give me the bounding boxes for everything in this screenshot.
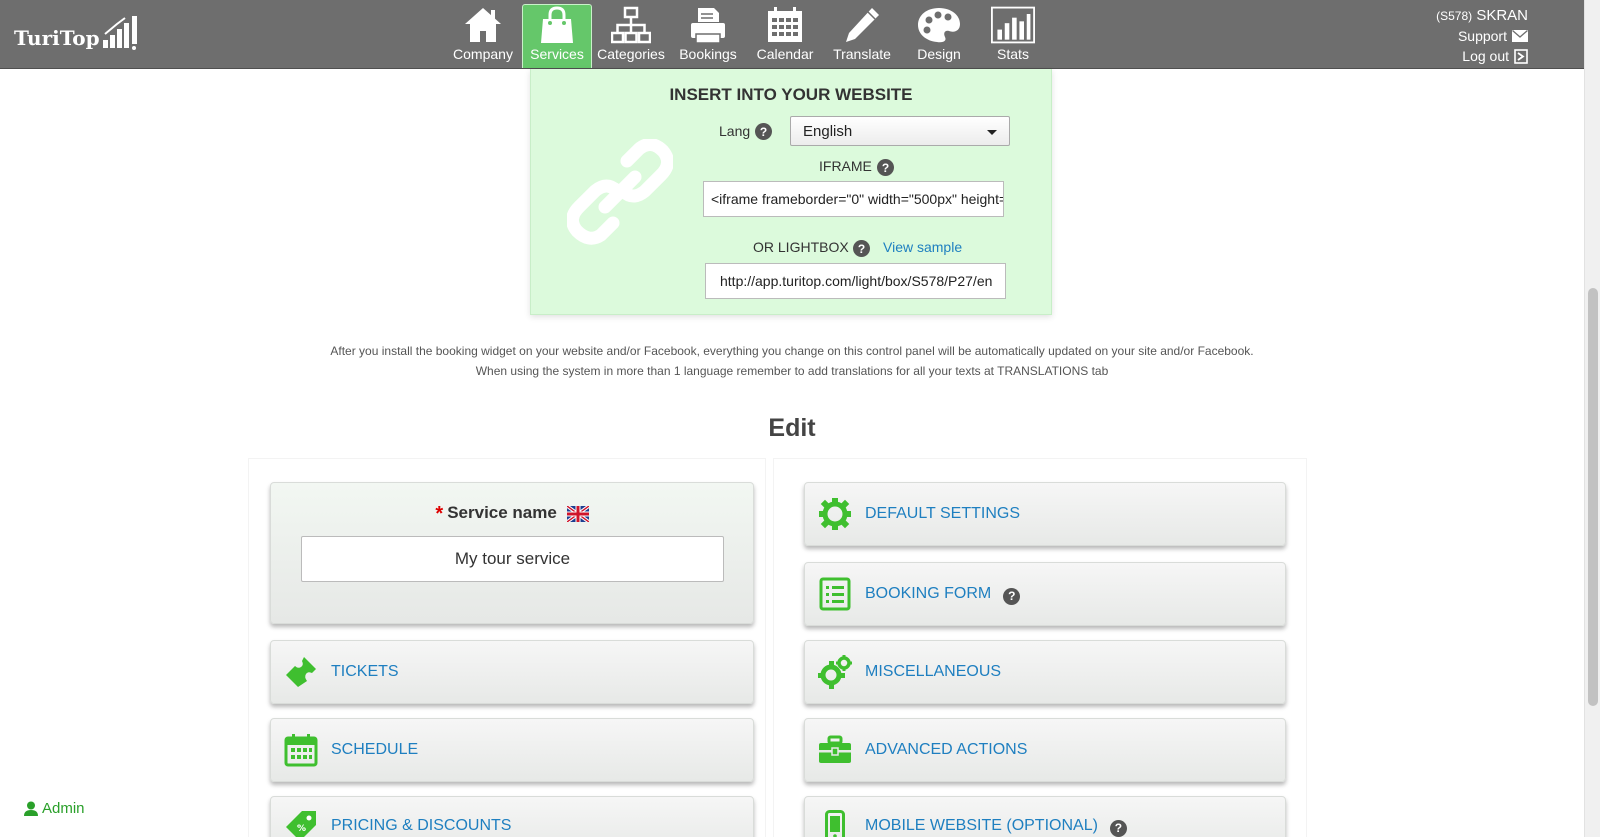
bar-chart-icon bbox=[991, 5, 1035, 45]
account-label: SKRAN bbox=[1476, 7, 1528, 24]
ticket-icon bbox=[283, 654, 319, 690]
tickets-card[interactable]: TICKETS bbox=[270, 640, 754, 704]
card-label: PRICING & DISCOUNTS bbox=[331, 817, 512, 834]
nav-item-stats[interactable]: Stats bbox=[978, 4, 1048, 68]
iframe-code-field[interactable]: <iframe frameborder="0" width="500px" he… bbox=[703, 181, 1004, 217]
house-icon bbox=[461, 5, 505, 45]
nav-label: Translate bbox=[833, 46, 891, 62]
account-code: (S578) bbox=[1436, 9, 1473, 23]
nav-item-services[interactable]: Services bbox=[522, 4, 592, 68]
envelope-icon bbox=[1512, 30, 1528, 42]
booking-form-card[interactable]: BOOKING FORM ? bbox=[804, 562, 1286, 626]
svg-text:%: % bbox=[297, 824, 306, 834]
card-label: SCHEDULE bbox=[331, 741, 419, 758]
hierarchy-icon bbox=[609, 5, 653, 45]
nav-label: Stats bbox=[997, 46, 1029, 62]
logo-text: TuriTop bbox=[14, 26, 100, 50]
nav-item-translate[interactable]: Translate bbox=[824, 4, 900, 68]
nav-item-bookings[interactable]: Bookings bbox=[670, 4, 746, 68]
pricing-discounts-card[interactable]: % PRICING & DISCOUNTS bbox=[270, 796, 754, 837]
toolbox-icon bbox=[817, 732, 853, 768]
support-link[interactable]: Support bbox=[1436, 26, 1528, 46]
card-label: DEFAULT SETTINGS bbox=[865, 505, 1020, 522]
required-asterisk-icon: * bbox=[435, 503, 444, 525]
nav-label: Design bbox=[917, 46, 961, 62]
iframe-label: IFRAME bbox=[819, 158, 872, 174]
insert-panel-title: INSERT INTO YOUR WEBSITE bbox=[669, 85, 913, 104]
mobile-website-card[interactable]: MOBILE WEBSITE (OPTIONAL) ? bbox=[804, 796, 1286, 837]
mobile-website-help-icon[interactable]: ? bbox=[1109, 819, 1127, 837]
scrollbar-thumb[interactable] bbox=[1588, 288, 1598, 706]
language-select-value: English bbox=[803, 123, 853, 140]
default-settings-card[interactable]: DEFAULT SETTINGS bbox=[804, 482, 1286, 546]
form-list-icon bbox=[817, 576, 853, 612]
lang-label: Lang bbox=[719, 123, 751, 139]
mobile-phone-icon bbox=[817, 808, 853, 837]
miscellaneous-card[interactable]: MISCELLANEOUS bbox=[804, 640, 1286, 704]
view-sample-link[interactable]: View sample bbox=[883, 239, 962, 255]
calendar-icon bbox=[283, 732, 319, 768]
card-label: MISCELLANEOUS bbox=[865, 663, 1002, 680]
nav-item-design[interactable]: Design bbox=[904, 4, 974, 68]
logout-link[interactable]: Log out bbox=[1436, 46, 1528, 66]
nav-label: Categories bbox=[597, 46, 665, 62]
nav-item-calendar[interactable]: Calendar bbox=[750, 4, 820, 68]
page-scrollbar[interactable] bbox=[1584, 0, 1600, 837]
insert-into-website-panel: INSERT INTO YOUR WEBSITE Lang ? English … bbox=[530, 69, 1052, 315]
nav-label: Company bbox=[453, 46, 513, 62]
lightbox-url-field[interactable]: http://app.turitop.com/light/box/S578/P2… bbox=[705, 263, 1006, 299]
logo-chart-icon bbox=[102, 16, 137, 50]
chain-link-icon bbox=[567, 139, 673, 245]
language-select[interactable]: English bbox=[790, 116, 1010, 146]
service-name-card: * Service name My tour service bbox=[270, 482, 754, 624]
main-nav: Company Services Categories Bookings Cal… bbox=[448, 4, 1048, 68]
user-icon bbox=[24, 801, 38, 816]
exit-door-icon bbox=[1514, 48, 1528, 64]
pencil-icon bbox=[840, 5, 884, 45]
advanced-actions-card[interactable]: ADVANCED ACTIONS bbox=[804, 718, 1286, 782]
user-panel: (S578) SKRAN Support Log out bbox=[1436, 6, 1528, 66]
iframe-help-icon[interactable]: ? bbox=[877, 159, 894, 176]
service-name-text: Service name bbox=[447, 503, 557, 522]
card-label: ADVANCED ACTIONS bbox=[865, 741, 1028, 758]
shopping-bag-icon bbox=[535, 5, 579, 45]
uk-flag-icon[interactable] bbox=[566, 505, 589, 522]
edit-section-title: Edit bbox=[768, 414, 816, 442]
support-label: Support bbox=[1457, 28, 1507, 44]
gear-icon bbox=[817, 496, 853, 532]
info-text-translations: When using the system in more than 1 lan… bbox=[475, 364, 1109, 378]
lightbox-help-icon[interactable]: ? bbox=[853, 240, 870, 257]
account-name: (S578) SKRAN bbox=[1436, 6, 1528, 26]
admin-link[interactable]: Admin bbox=[24, 800, 85, 817]
nav-label: Services bbox=[530, 46, 584, 62]
admin-label: Admin bbox=[42, 800, 85, 817]
price-tag-icon: % bbox=[283, 808, 319, 837]
service-name-label: * Service name bbox=[271, 503, 753, 526]
service-name-input[interactable]: My tour service bbox=[301, 536, 724, 582]
nav-label: Bookings bbox=[679, 46, 737, 62]
printer-icon bbox=[686, 5, 730, 45]
schedule-card[interactable]: SCHEDULE bbox=[270, 718, 754, 782]
booking-form-help-icon[interactable]: ? bbox=[1003, 587, 1021, 605]
gears-icon bbox=[817, 654, 853, 690]
lang-help-icon[interactable]: ? bbox=[755, 123, 772, 140]
turitop-logo[interactable]: TuriTop bbox=[14, 14, 141, 50]
nav-item-categories[interactable]: Categories bbox=[596, 4, 666, 68]
nav-item-company[interactable]: Company bbox=[448, 4, 518, 68]
lightbox-label: OR LIGHTBOX bbox=[753, 239, 849, 255]
info-text-widget-update: After you install the booking widget on … bbox=[330, 344, 1254, 358]
card-label: MOBILE WEBSITE (OPTIONAL) bbox=[865, 817, 1098, 834]
card-label: TICKETS bbox=[331, 663, 399, 680]
calendar-icon bbox=[763, 5, 807, 45]
logout-label: Log out bbox=[1462, 48, 1509, 64]
palette-icon bbox=[917, 5, 961, 45]
top-navigation-bar: TuriTop Company Services Categories Book… bbox=[0, 0, 1584, 69]
caret-down-icon bbox=[987, 130, 997, 135]
nav-label: Calendar bbox=[756, 46, 814, 62]
card-label: BOOKING FORM bbox=[865, 585, 992, 602]
